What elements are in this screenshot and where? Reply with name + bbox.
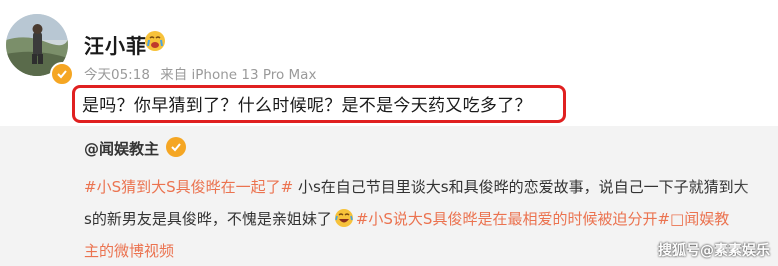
verified-badge-icon bbox=[166, 137, 186, 157]
repost-text: s的新男友是具俊晔，不愧是亲姐妹了 bbox=[84, 210, 332, 228]
repost-line-1: #小S猜到大S具俊晔在一起了# 小s在自己节目里谈大s和具俊晔的恋爱故事，说自己… bbox=[84, 176, 749, 197]
laughing-emoji-icon bbox=[334, 208, 354, 232]
repost-username[interactable]: @闻娱教主 bbox=[84, 138, 159, 159]
watermark: 搜狐号@素素娱乐 bbox=[658, 243, 770, 259]
repost-line-3: 主的微博视频 bbox=[84, 240, 174, 261]
post-text: 是吗？你早猜到了？什么时候呢？是不是今天药又吃多了？ bbox=[82, 96, 532, 116]
post-source: 来自 iPhone 13 Pro Max bbox=[160, 67, 317, 83]
verified-badge-icon bbox=[50, 62, 74, 86]
video-link[interactable]: □闻娱教 bbox=[670, 210, 729, 228]
repost-text: 小s在自己节目里谈大s和具俊晔的恋爱故事，说自己一下子就猜到大 bbox=[293, 178, 749, 196]
video-link[interactable]: 主的微博视频 bbox=[84, 242, 174, 260]
repost-line-2: s的新男友是具俊晔，不愧是亲姐妹了 #小S说大S具俊晔是在最相爱的时候被迫分开#□… bbox=[84, 208, 729, 232]
post-time: 今天05:18 bbox=[84, 67, 150, 83]
hashtag-link[interactable]: #小S猜到大S具俊晔在一起了# bbox=[84, 178, 293, 196]
post-meta: 今天05:18 来自 iPhone 13 Pro Max bbox=[84, 63, 322, 83]
post-username[interactable]: 汪小菲 bbox=[84, 30, 147, 59]
crying-emoji-icon bbox=[144, 30, 166, 56]
hashtag-link[interactable]: #小S说大S具俊晔是在最相爱的时候被迫分开# bbox=[356, 210, 670, 228]
